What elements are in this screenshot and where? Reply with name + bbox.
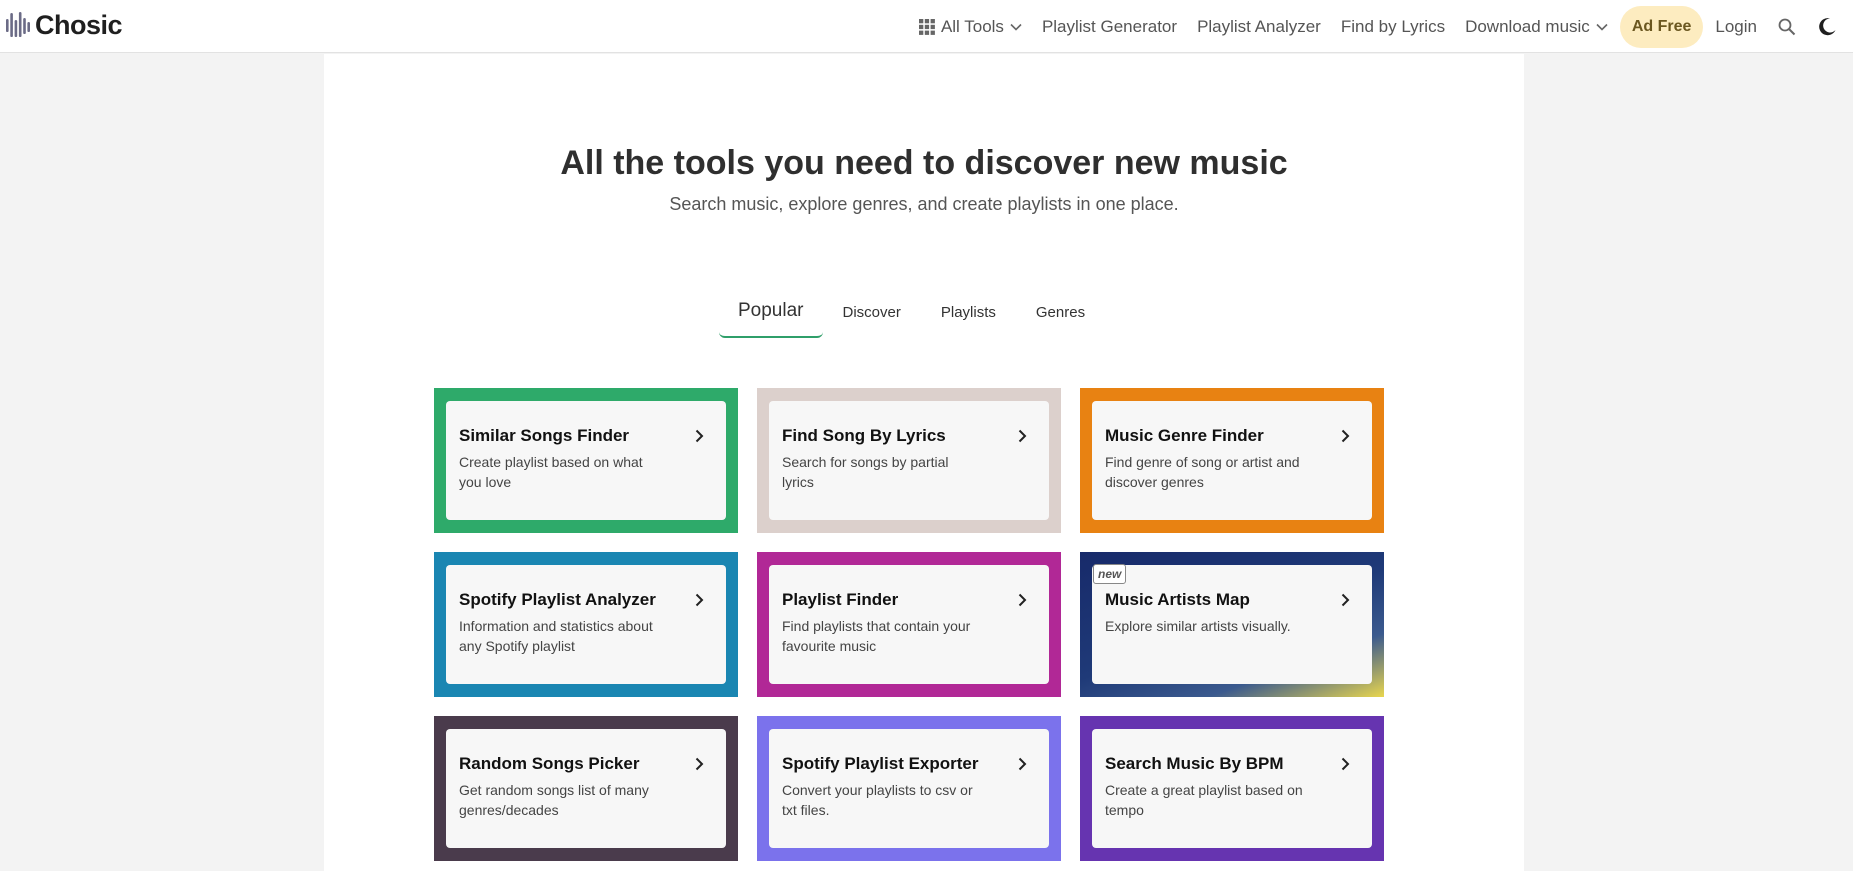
tool-card-spotify-playlist-analyzer[interactable]: Spotify Playlist Analyzer Information an… [434,552,738,697]
new-badge: new [1093,564,1127,584]
chevron-right-icon [1018,593,1027,607]
tab-playlists[interactable]: Playlists [921,286,1016,338]
moon-icon [1819,17,1836,35]
tool-category-tabs: Popular Discover Playlists Genres [719,286,1105,338]
tool-card-find-song-by-lyrics[interactable]: Find Song By Lyrics Search for songs by … [757,388,1061,533]
card-description: Find genre of song or artist and discove… [1105,454,1300,490]
top-navigation-bar: Chosic All Tools Playlist Generator Play… [0,0,1853,53]
chevron-right-icon [1018,429,1027,443]
chevron-right-icon [695,429,704,443]
card-title: Music Genre Finder [1105,426,1264,445]
logo-link[interactable]: Chosic [6,8,123,42]
chevron-right-icon [1341,593,1350,607]
nav-playlist-generator[interactable]: Playlist Generator [1032,0,1187,53]
card-description: Search for songs by partial lyrics [782,454,949,490]
nav-download-music[interactable]: Download music [1455,0,1618,53]
card-body: Search Music By BPM Create a great playl… [1092,729,1372,848]
tool-card-music-genre-finder[interactable]: Music Genre Finder Find genre of song or… [1080,388,1384,533]
card-description: Create a great playlist based on tempo [1105,782,1303,818]
ad-free-button[interactable]: Ad Free [1619,5,1704,48]
chevron-right-icon [1341,757,1350,771]
card-description: Create playlist based on what you love [459,454,643,490]
nav-playlist-analyzer[interactable]: Playlist Analyzer [1187,0,1331,53]
card-body: Random Songs Picker Get random songs lis… [446,729,726,848]
tool-card-playlist-finder[interactable]: Playlist Finder Find playlists that cont… [757,552,1061,697]
main-nav: All Tools Playlist Generator Playlist An… [909,0,1847,53]
card-title: Random Songs Picker [459,754,640,773]
search-icon [1778,18,1796,35]
chevron-right-icon [1341,429,1350,443]
login-link[interactable]: Login [1705,0,1767,53]
search-button[interactable] [1767,0,1807,53]
tool-card-similar-songs-finder[interactable]: Similar Songs Finder Create playlist bas… [434,388,738,533]
card-body: Spotify Playlist Exporter Convert your p… [769,729,1049,848]
chevron-right-icon [1018,757,1027,771]
chevron-right-icon [695,757,704,771]
card-body: Music Genre Finder Find genre of song or… [1092,401,1372,520]
page-title: All the tools you need to discover new m… [560,144,1288,182]
card-description: Get random songs list of many genres/dec… [459,782,649,818]
card-title: Find Song By Lyrics [782,426,946,445]
card-title: Playlist Finder [782,590,899,609]
logo-text: Chosic [35,9,123,40]
card-body: Similar Songs Finder Create playlist bas… [446,401,726,520]
chevron-down-icon [1010,23,1022,31]
card-title: Spotify Playlist Analyzer [459,590,656,609]
chevron-right-icon [695,593,704,607]
card-description: Information and statistics about any Spo… [459,618,653,654]
card-body: Spotify Playlist Analyzer Information an… [446,565,726,684]
card-body: new Music Artists Map Explore similar ar… [1092,564,1372,684]
nav-all-tools-label: All Tools [940,16,1004,36]
dark-mode-toggle[interactable] [1807,0,1847,53]
nav-find-by-lyrics[interactable]: Find by Lyrics [1331,0,1455,53]
tab-genres[interactable]: Genres [1016,286,1105,338]
page-subtitle: Search music, explore genres, and create… [669,194,1179,214]
card-body: Playlist Finder Find playlists that cont… [769,565,1049,684]
grid-icon [918,18,935,35]
chevron-down-icon [1596,23,1608,31]
card-title: Spotify Playlist Exporter [782,754,979,773]
tool-card-search-music-by-bpm[interactable]: Search Music By BPM Create a great playl… [1080,716,1384,861]
card-description: Convert your playlists to csv or txt fil… [782,782,973,818]
card-description: Explore similar artists visually. [1105,618,1291,634]
tool-card-spotify-playlist-exporter[interactable]: Spotify Playlist Exporter Convert your p… [757,716,1061,861]
tab-popular[interactable]: Popular [719,286,823,338]
chosic-logo-icon [6,12,30,37]
tool-card-music-artists-map[interactable]: new Music Artists Map Explore similar ar… [1080,552,1384,697]
card-body: Find Song By Lyrics Search for songs by … [769,401,1049,520]
nav-all-tools[interactable]: All Tools [909,0,1032,53]
card-title: Music Artists Map [1105,590,1250,609]
card-title: Search Music By BPM [1105,754,1284,773]
main-content: All the tools you need to discover new m… [324,54,1524,871]
nav-download-music-label: Download music [1465,16,1590,36]
tab-discover[interactable]: Discover [823,286,921,338]
card-description: Find playlists that contain your favouri… [782,618,971,654]
card-title: Similar Songs Finder [459,426,630,445]
tool-card-random-songs-picker[interactable]: Random Songs Picker Get random songs lis… [434,716,738,861]
